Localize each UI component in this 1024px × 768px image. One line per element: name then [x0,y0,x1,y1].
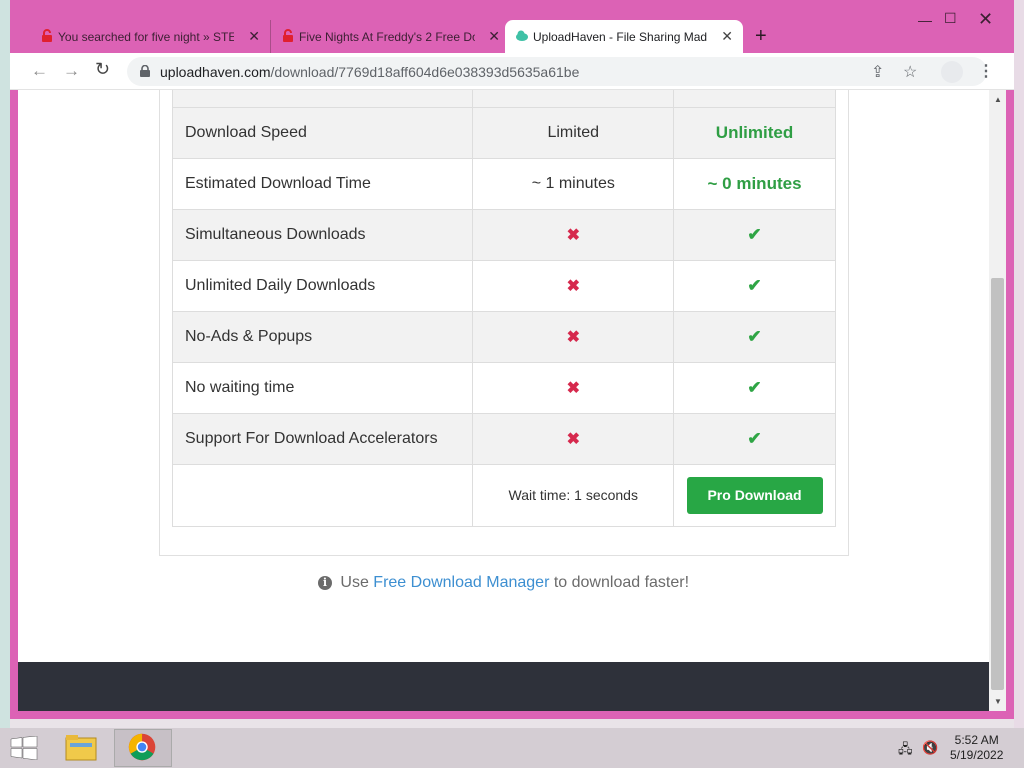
x-mark-icon: ✖ [566,329,580,346]
chrome-icon[interactable] [114,729,172,767]
minimize-button[interactable]: — [918,12,932,28]
x-mark-icon: ✖ [566,278,580,295]
comparison-table: Download Speed Limited Unlimited Estimat… [171,90,836,527]
x-mark-icon: ✖ [566,227,580,244]
tab-title: UploadHaven - File Sharing Mad [533,29,708,44]
new-tab-button[interactable]: + [755,25,767,48]
reload-icon[interactable]: ↻ [95,59,110,80]
check-mark-icon: ✔ [747,276,762,295]
lock-icon [140,65,150,77]
network-icon[interactable]: 🖧 [898,740,913,762]
page-viewport: Download Speed Limited Unlimited Estimat… [18,90,989,662]
profile-avatar[interactable] [941,61,963,83]
maximize-button[interactable]: ☐ [944,10,957,27]
fdm-link[interactable]: Free Download Manager [373,574,549,591]
feature-label: Support For Download Accelerators [171,413,474,465]
tab-title: Five Nights At Freddy's 2 Free Do [299,29,475,44]
scroll-up-icon[interactable]: ▲ [994,95,1002,104]
url-path: /download/7769d18aff604d6e038393d5635a61… [270,64,580,80]
fdm-suffix: to download faster! [553,574,690,591]
windows-start-icon[interactable] [10,736,38,760]
star-icon[interactable]: ☆ [903,62,917,82]
close-icon[interactable]: ✕ [721,28,733,45]
taskbar: 🖧 🔇 5:52 AM 5/19/2022 [0,728,1024,768]
feature-label: No-Ads & Popups [171,311,474,363]
wait-time-text: Wait time: 1 seconds [508,486,638,503]
url-text: uploadhaven.com/download/7769d18aff604d6… [160,64,579,80]
table-row: Support For Download Accelerators ✖ ✔ [171,413,836,465]
check-mark-icon: ✔ [747,429,762,448]
tab-title: You searched for five night » STE [58,29,234,44]
pro-value: Unlimited [715,123,794,142]
feature-label: Download Speed [171,107,474,159]
table-row: No-Ads & Popups ✖ ✔ [171,311,836,363]
table-row: No waiting time ✖ ✔ [171,362,836,414]
table-row: Estimated Download Time ~ 1 minutes ~ 0 … [171,158,836,210]
close-icon[interactable]: ✕ [488,28,500,45]
close-icon[interactable]: ✕ [248,28,260,45]
table-row: Simultaneous Downloads ✖ ✔ [171,209,836,261]
tab-active[interactable]: UploadHaven - File Sharing Mad ✕ [505,20,743,53]
forward-arrow-icon[interactable]: → [63,61,80,81]
check-mark-icon: ✔ [747,378,762,397]
feature-label: Simultaneous Downloads [171,209,474,261]
free-value: Limited [472,107,675,159]
clock-date: 5/19/2022 [950,748,1004,762]
clock-time: 5:52 AM [954,733,999,747]
info-icon: i [317,576,332,590]
x-mark-icon: ✖ [566,431,580,448]
pro-download-button[interactable]: Pro Download [686,477,823,514]
desktop-background-right [1014,0,1024,728]
x-mark-icon: ✖ [566,380,580,397]
table-row [171,90,836,108]
pro-value: ~ 0 minutes [707,174,802,193]
table-row: Unlimited Daily Downloads ✖ ✔ [171,260,836,312]
fdm-prefix: Use [340,574,369,591]
feature-label: Estimated Download Time [171,158,474,210]
address-bar[interactable]: uploadhaven.com/download/7769d18aff604d6… [127,57,987,86]
red-lock-icon [42,29,52,42]
page-footer [18,662,989,711]
fdm-notice: i Use Free Download Manager to download … [18,574,989,592]
scroll-down-icon[interactable]: ▼ [994,697,1002,706]
window-close-button[interactable]: ✕ [978,9,993,30]
uploadhaven-cloud-icon [516,30,528,41]
scroll-thumb[interactable] [991,278,1004,690]
tab-1[interactable]: You searched for five night » STE ✕ [30,20,270,53]
back-arrow-icon[interactable]: ← [31,61,48,81]
desktop-background [0,0,10,728]
menu-icon[interactable]: ⋮ [978,61,994,81]
feature-label: Unlimited Daily Downloads [171,260,474,312]
check-mark-icon: ✔ [747,327,762,346]
tab-strip: You searched for five night » STE ✕ Five… [10,0,1014,53]
scrollbar[interactable]: ▲ ▼ [989,90,1006,711]
table-row: Download Speed Limited Unlimited [171,107,836,159]
url-host: uploadhaven.com [160,64,271,80]
file-explorer-icon[interactable] [52,729,110,767]
check-mark-icon: ✔ [747,225,762,244]
share-icon[interactable]: ⇪ [871,62,884,82]
volume-muted-icon[interactable]: 🔇 [922,740,938,756]
tab-2[interactable]: Five Nights At Freddy's 2 Free Do ✕ [270,20,510,53]
table-row: Wait time: 1 seconds Pro Download [171,464,836,527]
feature-label: No waiting time [171,362,474,414]
free-value: ~ 1 minutes [472,158,675,210]
red-lock-icon [283,29,293,42]
system-clock[interactable]: 5:52 AM 5/19/2022 [950,733,1003,763]
browser-toolbar: ← → ↻ uploadhaven.com/download/7769d18af… [10,53,1014,90]
